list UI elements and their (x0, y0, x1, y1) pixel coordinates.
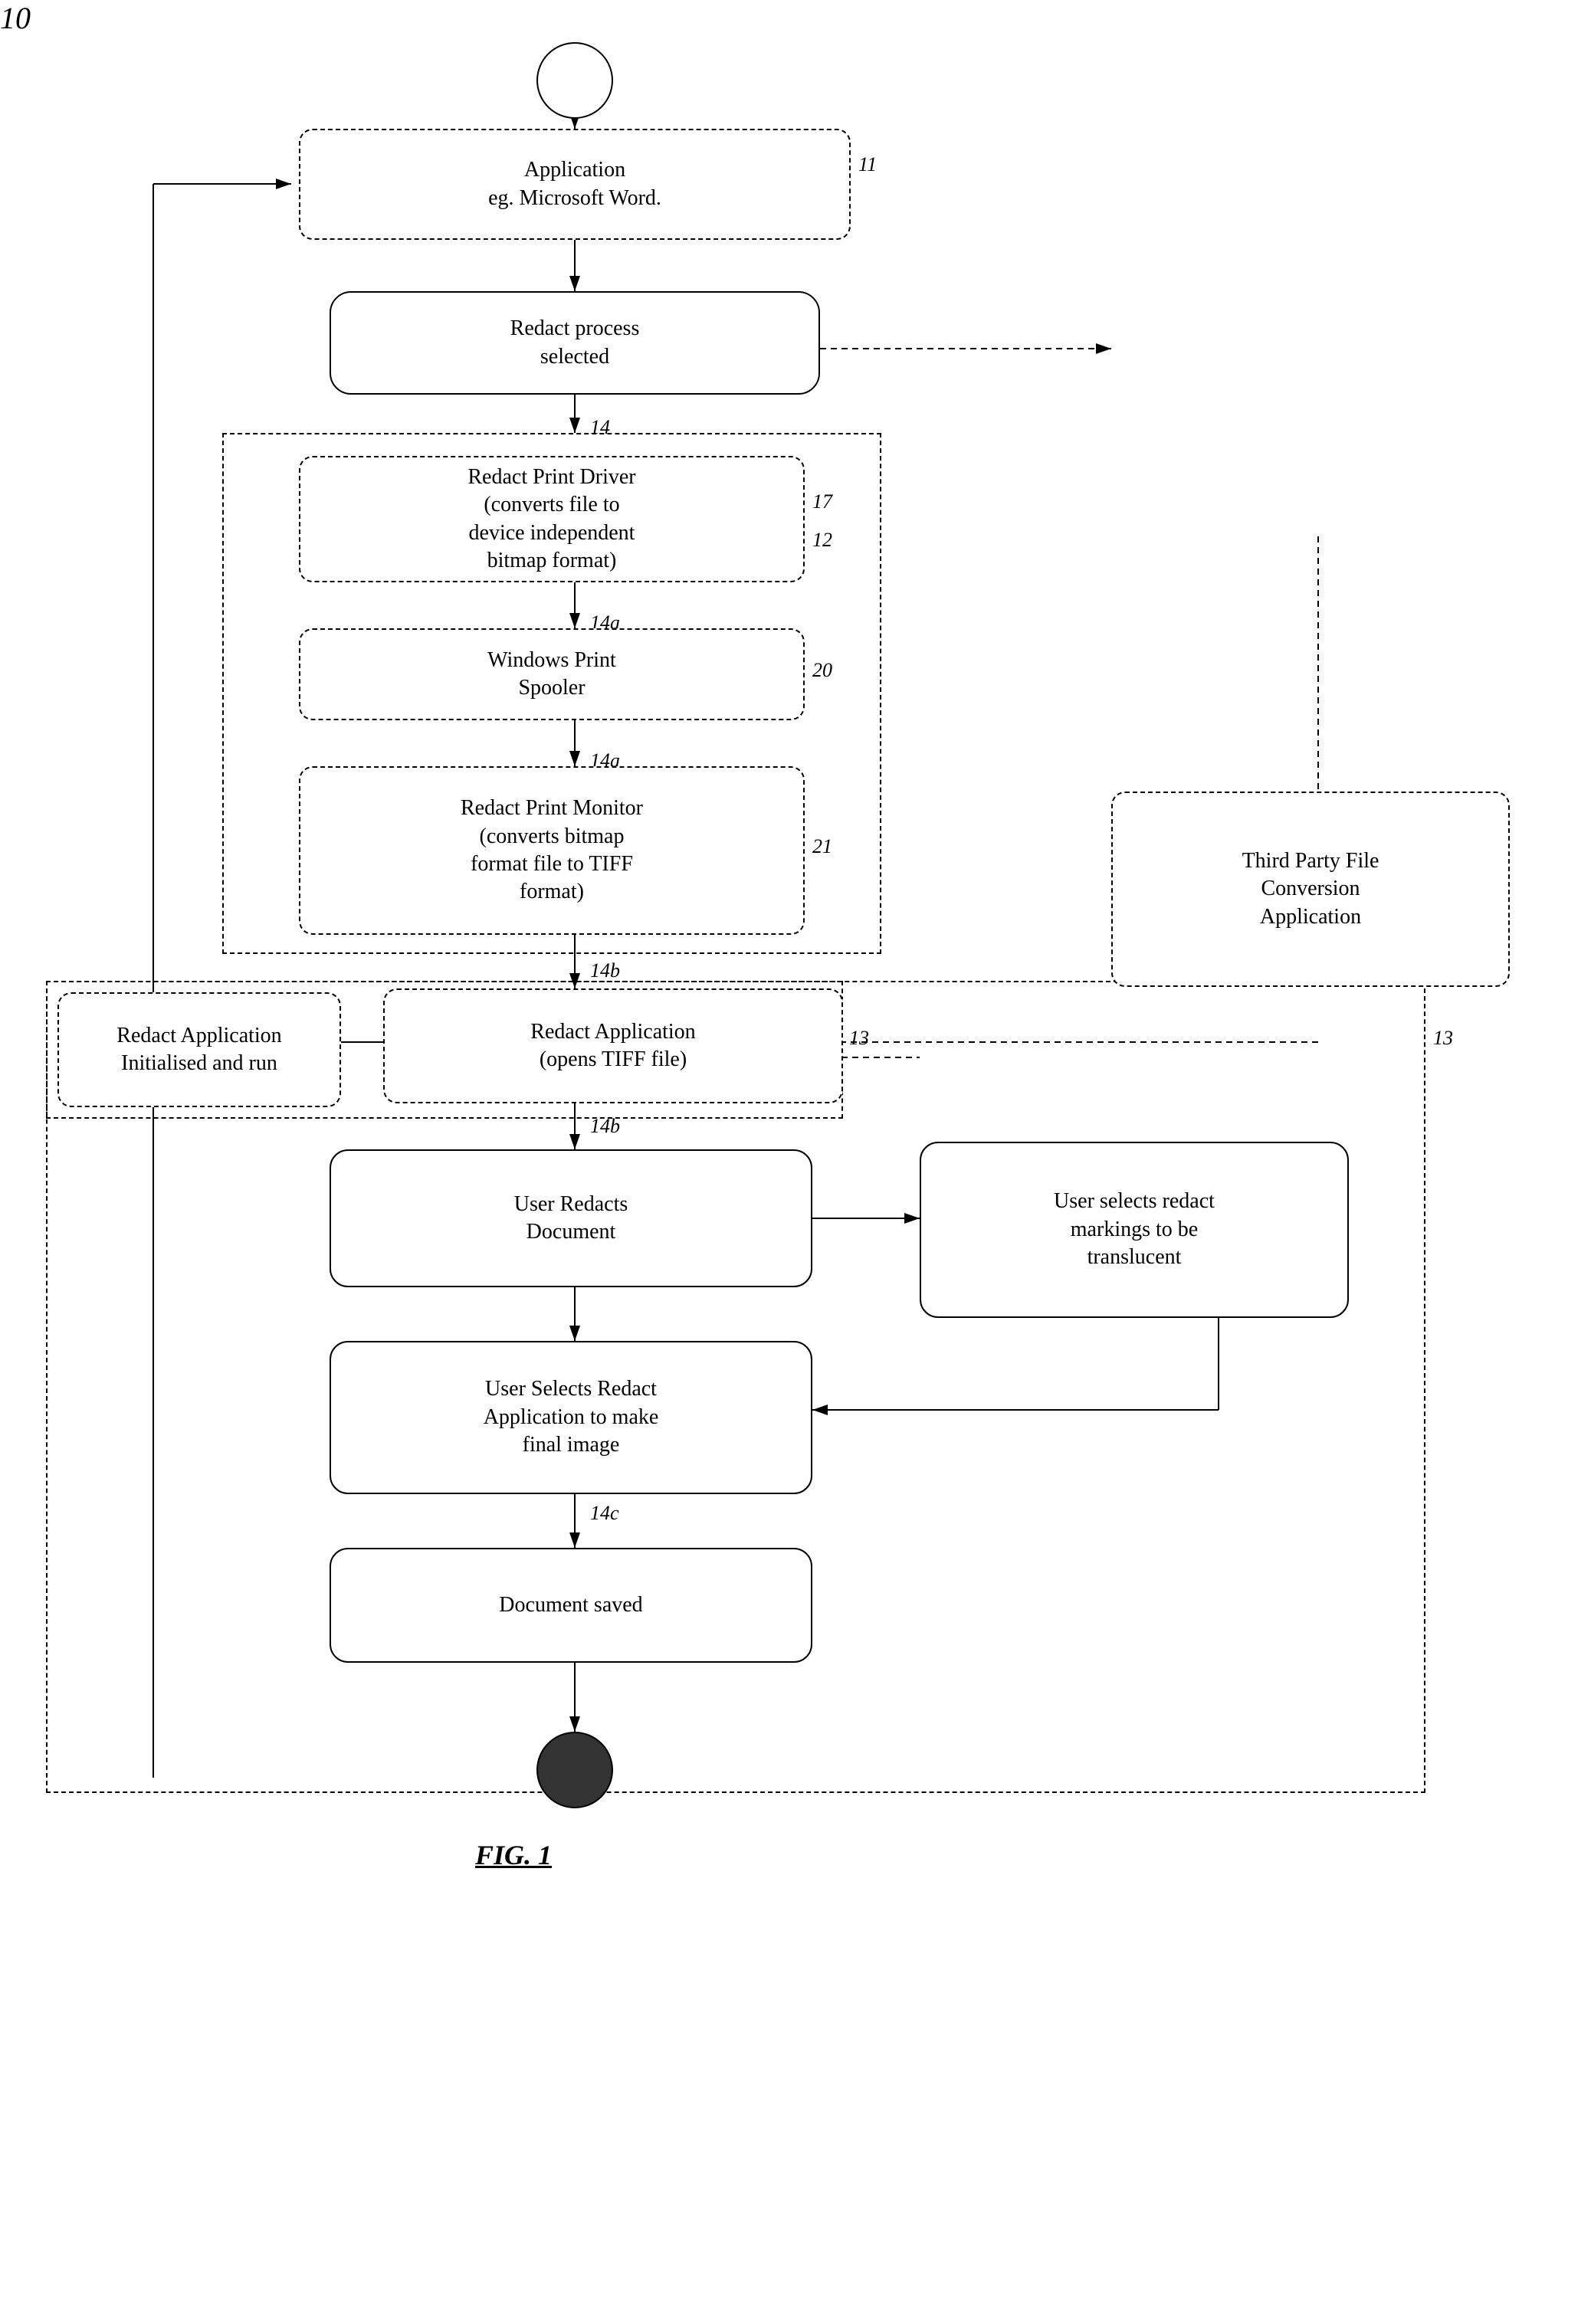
third-party-node: Third Party FileConversionApplication (1111, 792, 1510, 987)
start-circle (536, 42, 613, 119)
redact-print-driver-label: Redact Print Driver(converts file todevi… (467, 464, 635, 575)
label-11: 11 (858, 153, 877, 176)
label-21: 21 (812, 835, 832, 858)
application-label: Applicationeg. Microsoft Word. (488, 156, 661, 212)
redact-process-label: Redact processselected (510, 315, 640, 371)
outer-dashed-bottom (46, 981, 1425, 1793)
end-circle (536, 1732, 613, 1808)
third-party-label: Third Party FileConversionApplication (1242, 847, 1379, 931)
redact-print-monitor-label: Redact Print Monitor(converts bitmapform… (461, 795, 643, 906)
label-12: 12 (812, 529, 832, 552)
label-20: 20 (812, 659, 832, 682)
label-14b-1: 14b (590, 959, 620, 982)
fig-label: FIG. 1 (475, 1839, 552, 1871)
windows-print-spooler-label: Windows PrintSpooler (487, 647, 616, 703)
label-13b: 13 (1433, 1027, 1453, 1050)
redact-print-driver-node: Redact Print Driver(converts file todevi… (299, 456, 805, 582)
redact-process-node: Redact processselected (330, 291, 820, 395)
diagram: Applicationeg. Microsoft Word. 11 10 Red… (0, 0, 1591, 2324)
label-10: 10 (0, 0, 1591, 36)
windows-print-spooler-node: Windows PrintSpooler (299, 628, 805, 720)
application-node: Applicationeg. Microsoft Word. (299, 129, 851, 240)
redact-print-monitor-node: Redact Print Monitor(converts bitmapform… (299, 766, 805, 935)
label-17: 17 (812, 490, 832, 513)
